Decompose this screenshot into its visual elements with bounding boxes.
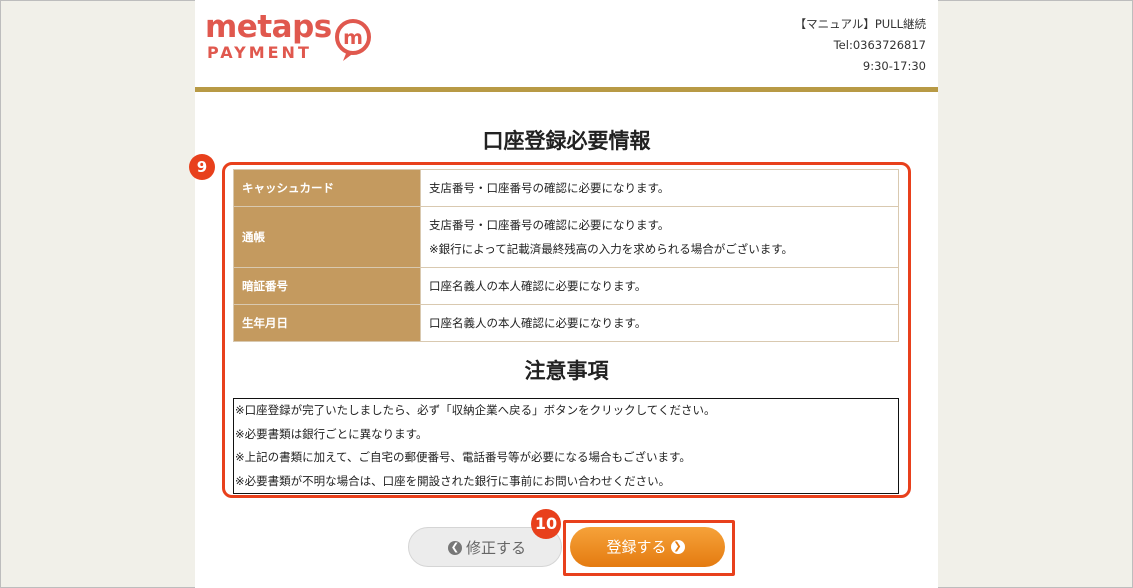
highlight-box-9 [222,162,911,498]
annotation-badge-10: 10 [531,509,561,539]
arrow-left-circle-icon: ❮ [447,541,462,555]
logo-subtitle: PAYMENT [207,43,312,62]
phone-number: Tel:0363726817 [833,38,926,52]
logo-mark-icon: m [335,19,371,61]
back-button-label: 修正する [465,539,526,557]
header-divider [195,87,938,92]
highlight-box-10 [563,520,735,576]
page: metaps PAYMENT m 【マニュアル】PULL継続 Tel:03637… [189,0,938,588]
required-info-title: 口座登録必要情報 [482,129,651,153]
header: metaps PAYMENT m 【マニュアル】PULL継続 Tel:03637… [195,0,938,87]
logo-wordmark: metaps [205,9,332,45]
manual-label: 【マニュアル】PULL継続 [794,17,926,31]
svg-text:m: m [343,27,363,49]
annotation-badge-9: 9 [189,154,215,180]
logo: metaps PAYMENT m [205,12,375,68]
contact-info: 【マニュアル】PULL継続 Tel:0363726817 9:30-17:30 [795,14,926,77]
business-hours: 9:30-17:30 [862,59,926,73]
